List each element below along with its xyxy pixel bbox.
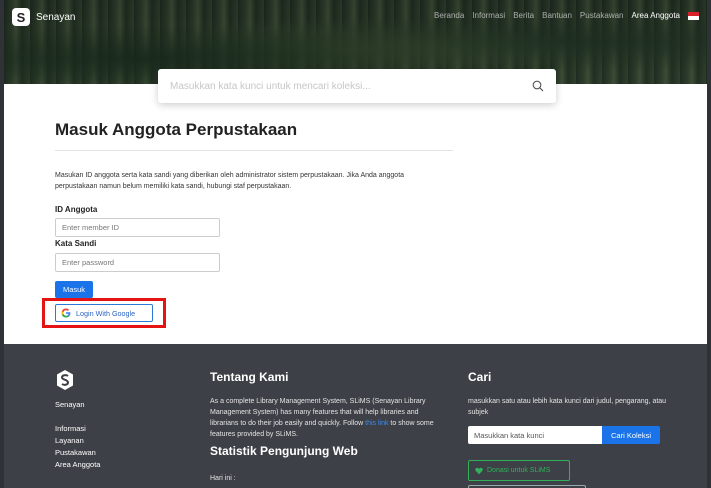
search-icon[interactable]: [532, 80, 544, 92]
donate-button[interactable]: Donasi untuk SLiMS: [468, 460, 570, 481]
top-nav: Beranda Informasi Berita Bantuan Pustaka…: [434, 11, 699, 20]
about-text: As a complete Library Management System,…: [210, 396, 442, 440]
footer-link-layanan[interactable]: Layanan: [55, 436, 84, 445]
google-login-button[interactable]: Login With Google: [55, 304, 153, 322]
google-icon: [61, 308, 71, 318]
slims-logo-icon: S: [12, 8, 30, 26]
member-id-label: ID Anggota: [55, 205, 98, 214]
brand-name: Senayan: [36, 11, 76, 23]
footer-search-title: Cari: [468, 370, 492, 384]
slims-footer-logo-icon: [57, 370, 73, 390]
stats-today: Hari ini :: [210, 475, 236, 482]
footer-link-pustakawan[interactable]: Pustakawan: [55, 448, 96, 457]
password-field[interactable]: [55, 253, 220, 272]
divider: [55, 150, 453, 151]
search-input[interactable]: [170, 80, 532, 92]
footer-link-area-anggota[interactable]: Area Anggota: [55, 460, 100, 469]
brand[interactable]: S Senayan: [12, 8, 75, 26]
footer-link-informasi[interactable]: Informasi: [55, 424, 86, 433]
nav-beranda[interactable]: Beranda: [434, 11, 464, 20]
heart-icon: [475, 467, 483, 474]
indonesia-flag-icon[interactable]: [688, 11, 699, 20]
google-login-label: Login With Google: [76, 308, 136, 318]
nav-area-anggota[interactable]: Area Anggota: [632, 11, 680, 20]
page: S Senayan Beranda Informasi Berita Bantu…: [4, 0, 707, 488]
footer-search-text: masukkan satu atau lebih kata kunci dari…: [468, 398, 667, 416]
member-id-field[interactable]: [55, 218, 220, 237]
login-button[interactable]: Masuk: [55, 281, 93, 298]
footer-search-input[interactable]: [468, 426, 602, 444]
search-bar: [158, 69, 556, 103]
password-label: Kata Sandi: [55, 239, 97, 248]
footer-search-button[interactable]: Cari Koleksi: [602, 426, 660, 444]
login-description: Masukan ID anggota serta kata sandi yang…: [55, 172, 405, 190]
nav-bantuan[interactable]: Bantuan: [542, 11, 572, 20]
about-title: Tentang Kami: [210, 370, 289, 384]
nav-berita[interactable]: Berita: [513, 11, 534, 20]
stats-title: Statistik Pengunjung Web: [210, 444, 358, 458]
nav-pustakawan[interactable]: Pustakawan: [580, 11, 624, 20]
footer-brand: Senayan: [55, 400, 85, 409]
donate-label: Donasi untuk SLiMS: [487, 467, 551, 474]
page-title: Masuk Anggota Perpustakaan: [55, 120, 298, 139]
footer: Senayan Informasi Layanan Pustakawan Are…: [4, 344, 707, 488]
nav-informasi[interactable]: Informasi: [472, 11, 505, 20]
about-link[interactable]: this link: [365, 420, 388, 427]
